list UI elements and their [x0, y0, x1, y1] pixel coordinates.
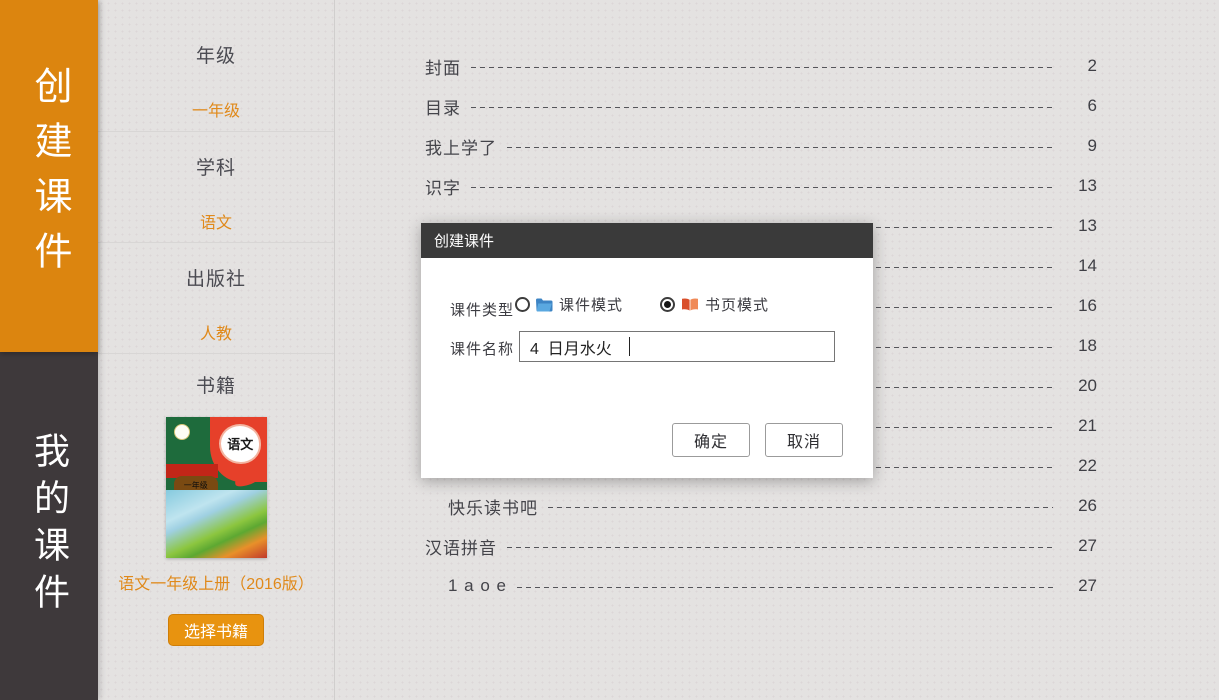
cover-grade: 一年级 — [184, 481, 208, 491]
publisher-selected-value[interactable]: 人教 — [200, 320, 232, 344]
toc-item-page: 18 — [1063, 336, 1097, 356]
toc-dot-leader — [471, 107, 1053, 109]
toc-item-page: 13 — [1063, 176, 1097, 196]
toc-item-page: 21 — [1063, 416, 1097, 436]
nav-my-label: 我的课件 — [31, 432, 67, 620]
toc-row[interactable]: 封面 2 — [335, 46, 1219, 86]
toc-item-page: 26 — [1063, 496, 1097, 516]
toc-item-page: 27 — [1063, 536, 1097, 556]
option-bookpage-mode-label: 书页模式 — [705, 294, 769, 315]
toc-item-page: 16 — [1063, 296, 1097, 316]
toc-row[interactable]: 1 a o e 27 — [335, 566, 1219, 606]
toc-item-page: 13 — [1063, 216, 1097, 236]
open-book-icon — [681, 298, 699, 312]
filter-sidebar: 年级 一年级 学科 语文 出版社 人教 书籍 语文 一年级 上册 — [98, 0, 335, 700]
toc-dot-leader — [507, 547, 1053, 549]
primary-sidebar: 创建课件 我的课件 — [0, 0, 98, 700]
modal-body: 课件类型 课件模式 书页模式 课件名称 — [421, 258, 873, 478]
cover-illustration — [166, 490, 267, 558]
cover-title: 语文 — [227, 434, 253, 453]
option-courseware-mode-label: 课件模式 — [559, 294, 623, 315]
book-caption: 语文一年级上册（2016版） — [116, 570, 316, 599]
toc-item-page: 22 — [1063, 456, 1097, 476]
toc-item-page: 20 — [1063, 376, 1097, 396]
toc-dot-leader — [517, 587, 1053, 589]
toc-item-label: 1 a o e — [448, 576, 507, 596]
book-cover-thumbnail[interactable]: 语文 一年级 上册 — [166, 417, 267, 558]
publisher-title: 出版社 — [98, 264, 334, 291]
subject-selected-value[interactable]: 语文 — [200, 209, 232, 233]
nav-create-label: 创建课件 — [30, 66, 68, 286]
option-bookpage-mode[interactable]: 书页模式 — [660, 294, 769, 315]
modal-title: 创建课件 — [434, 230, 494, 251]
toc-row[interactable]: 快乐读书吧 26 — [335, 486, 1219, 526]
courseware-name-input[interactable] — [519, 331, 835, 362]
folder-icon — [536, 298, 553, 312]
grade-title: 年级 — [98, 41, 334, 68]
toc-item-page: 2 — [1063, 56, 1097, 76]
toc-item-page: 27 — [1063, 576, 1097, 596]
courseware-type-label: 课件类型 — [450, 299, 514, 320]
option-courseware-mode[interactable]: 课件模式 — [515, 294, 623, 315]
toc-item-label: 识字 — [425, 174, 461, 199]
books-section: 书籍 语文 一年级 上册 语文一年级上册（2016版） 选择书籍 — [98, 354, 334, 700]
nav-create-courseware[interactable]: 创建课件 — [0, 0, 98, 352]
cover-badge — [174, 424, 190, 440]
nav-my-courseware[interactable]: 我的课件 — [0, 352, 98, 700]
text-cursor — [629, 337, 630, 356]
subject-title: 学科 — [98, 153, 334, 180]
toc-dot-leader — [471, 187, 1053, 189]
radio-bookpage-mode[interactable] — [660, 297, 675, 312]
toc-item-label: 汉语拼音 — [425, 534, 497, 559]
toc-item-label: 我上学了 — [425, 134, 497, 159]
toc-dot-leader — [507, 147, 1053, 149]
cancel-button[interactable]: 取消 — [765, 423, 843, 457]
toc-row[interactable]: 目录 6 — [335, 86, 1219, 126]
subject-section: 学科 语文 — [98, 132, 334, 243]
radio-courseware-mode[interactable] — [515, 297, 530, 312]
grade-selected-value[interactable]: 一年级 — [192, 97, 240, 121]
toc-item-page: 14 — [1063, 256, 1097, 276]
publisher-section: 出版社 人教 — [98, 243, 334, 354]
grade-section: 年级 一年级 — [98, 0, 334, 132]
cover-title-blob: 语文 — [219, 424, 261, 463]
toc-row[interactable]: 汉语拼音 27 — [335, 526, 1219, 566]
toc-dot-leader — [548, 507, 1053, 509]
courseware-name-label: 课件名称 — [450, 338, 514, 359]
create-courseware-modal: 创建课件 课件类型 课件模式 书页模式 课件 — [421, 223, 873, 478]
toc-item-page: 6 — [1063, 96, 1097, 116]
select-book-button[interactable]: 选择书籍 — [168, 614, 264, 646]
toc-item-label: 快乐读书吧 — [448, 494, 538, 519]
toc-dot-leader — [471, 67, 1053, 69]
ok-button[interactable]: 确定 — [672, 423, 750, 457]
toc-item-page: 9 — [1063, 136, 1097, 156]
toc-item-label: 封面 — [425, 54, 461, 79]
books-title: 书籍 — [98, 371, 334, 398]
app-root: 创建课件 我的课件 年级 一年级 学科 语文 出版社 人教 书籍 语文 — [0, 0, 1219, 700]
modal-header: 创建课件 — [421, 223, 873, 258]
toc-row[interactable]: 识字 13 — [335, 166, 1219, 206]
toc-item-label: 目录 — [425, 94, 461, 119]
toc-row[interactable]: 我上学了 9 — [335, 126, 1219, 166]
